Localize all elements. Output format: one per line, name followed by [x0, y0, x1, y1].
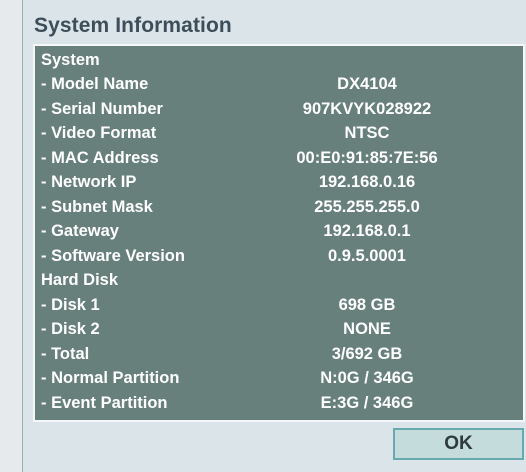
info-panel: System - Model Name DX4104 - Serial Numb… [33, 44, 525, 422]
info-label: - Event Partition [41, 393, 168, 412]
system-information-dialog: System Information System - Model Name D… [22, 0, 526, 472]
info-label: - Video Format [41, 124, 157, 142]
info-label: - Disk 1 [41, 295, 100, 314]
ok-button[interactable]: OK [393, 428, 524, 460]
info-value: N:0G / 346G [320, 369, 414, 387]
info-value: NONE [343, 320, 391, 338]
info-value: 00:E0:91:85:7E:56 [296, 148, 438, 167]
info-value: 192.168.0.16 [318, 173, 416, 191]
info-value: 255.255.255.0 [314, 197, 420, 216]
info-row-mac-address: - MAC Address 00:E0:91:85:7E:56 [35, 146, 523, 170]
info-row-gateway: - Gateway 192.168.0.1 [35, 219, 523, 243]
info-row-normal-partition: - Normal Partition N:0G / 346G [35, 366, 523, 390]
info-row-disk-1: - Disk 1 698 GB [35, 293, 523, 317]
info-value: DX4104 [337, 75, 397, 93]
info-label: - Model Name [41, 75, 149, 93]
dialog-title: System Information [34, 14, 232, 37]
info-label: - MAC Address [41, 148, 159, 167]
info-value: 0.9.5.0001 [328, 246, 406, 265]
section-heading-label: System [41, 51, 100, 69]
info-label: - Disk 2 [41, 320, 100, 338]
info-row-event-partition: - Event Partition E:3G / 346G [35, 391, 523, 415]
info-label: - Software Version [41, 246, 185, 265]
info-row-subnet-mask: - Subnet Mask 255.255.255.0 [35, 195, 523, 219]
info-row-video-format: - Video Format NTSC [35, 121, 523, 145]
info-label: - Gateway [41, 222, 119, 240]
info-row-network-ip: - Network IP 192.168.0.16 [35, 170, 523, 194]
info-row-serial-number: - Serial Number 907KVYK028922 [35, 97, 523, 121]
info-label: - Network IP [41, 173, 137, 191]
info-label: - Serial Number [41, 99, 163, 118]
section-heading-system: System [35, 48, 523, 72]
info-label: - Total [41, 344, 90, 363]
info-value: 907KVYK028922 [302, 99, 432, 118]
info-row-disk-2: - Disk 2 NONE [35, 317, 523, 341]
info-row-total: - Total 3/692 GB [35, 342, 523, 366]
info-label: - Normal Partition [41, 369, 180, 387]
info-row-software-version: - Software Version 0.9.5.0001 [35, 244, 523, 268]
info-value: 698 GB [338, 295, 396, 314]
info-row-model-name: - Model Name DX4104 [35, 72, 523, 96]
info-value: 192.168.0.1 [323, 222, 411, 240]
section-heading-label: Hard Disk [41, 271, 119, 289]
info-value: E:3G / 346G [320, 393, 414, 412]
info-label: - Subnet Mask [41, 197, 153, 216]
info-value: 3/692 GB [331, 344, 403, 363]
section-heading-hard-disk: Hard Disk [35, 268, 523, 292]
info-value: NTSC [344, 124, 390, 142]
